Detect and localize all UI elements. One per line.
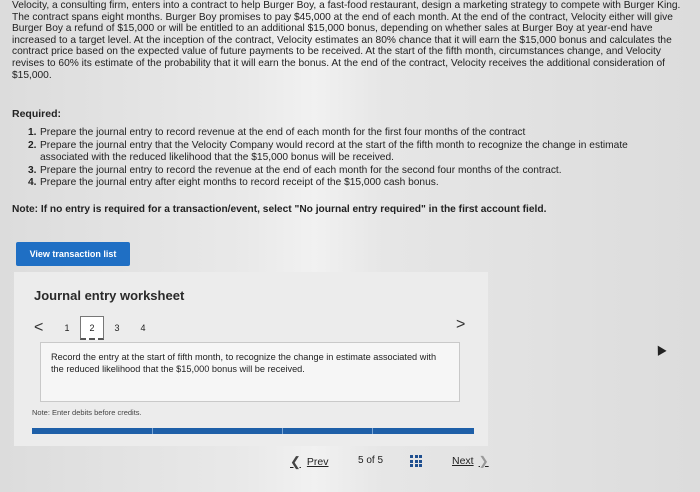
worksheet-table-header-bar [32,428,474,434]
pager-next-arrow-icon[interactable]: > [456,316,465,334]
requirement-item: 2. Prepare the journal entry that the Ve… [28,140,668,165]
next-label: Next [452,455,474,467]
chevron-right-icon: ❯ [478,454,489,468]
pager-page-4[interactable]: 4 [130,323,156,333]
bottom-navigation: ❮ Prev 5 of 5 Next ❯ [0,452,700,472]
requirement-text: Prepare the journal entry to record reve… [40,127,526,138]
pager-page-2-active[interactable]: 2 [80,316,104,340]
requirement-number: 2. [28,139,37,151]
question-counter: 5 of 5 [358,455,384,466]
requirement-item: 1. Prepare the journal entry to record r… [28,127,668,140]
view-transaction-list-button[interactable]: View transaction list [16,242,130,266]
next-button[interactable]: Next ❯ [452,454,489,468]
worksheet-note: Note: Enter debits before credits. [32,408,142,417]
required-heading: Required: [12,108,62,120]
chevron-left-icon: ❮ [290,454,301,469]
requirement-text: Prepare the journal entry that the Veloc… [40,139,628,164]
prev-button[interactable]: ❮ Prev [290,454,329,470]
requirement-number: 4. [28,177,37,189]
problem-text: Velocity, a consulting firm, enters into… [12,0,681,81]
requirement-number: 1. [28,127,37,138]
bar-divider [152,428,153,434]
bar-divider [372,428,373,434]
journal-entry-worksheet: Journal entry worksheet < 1 2 3 4 > Reco… [14,272,488,446]
prev-label: Prev [306,456,329,468]
grid-icon[interactable] [410,455,422,467]
requirement-item: 3. Prepare the journal entry to record t… [28,165,668,178]
mouse-cursor-icon [653,343,667,356]
requirement-item: 4. Prepare the journal entry after eight… [28,177,668,190]
requirements-list: 1. Prepare the journal entry to record r… [28,127,668,190]
requirement-number: 3. [28,164,37,176]
worksheet-title: Journal entry worksheet [34,288,185,303]
worksheet-pager: < 1 2 3 4 [34,316,156,340]
pager-page-1[interactable]: 1 [54,323,80,333]
entry-note: Note: If no entry is required for a tran… [12,204,547,215]
instruction-text: Record the entry at the start of fifth m… [51,352,437,374]
instruction-box: Record the entry at the start of fifth m… [40,342,460,402]
pager-prev-arrow-icon[interactable]: < [34,319,54,337]
requirement-text: Prepare the journal entry to record the … [40,164,562,176]
bar-divider [282,428,283,434]
requirement-text: Prepare the journal entry after eight mo… [40,177,439,189]
pager-page-3[interactable]: 3 [104,323,130,333]
